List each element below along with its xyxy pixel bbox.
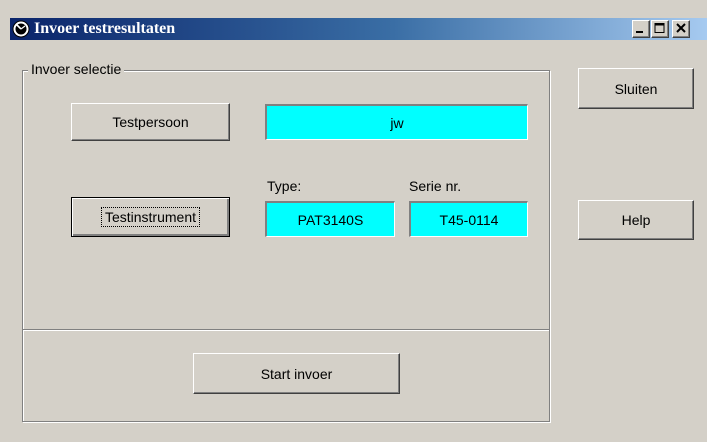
testinstrument-button[interactable]: Testinstrument	[71, 197, 230, 237]
type-field[interactable]: PAT3140S	[265, 201, 395, 237]
testpersoon-field[interactable]: jw	[265, 104, 528, 140]
help-label: Help	[621, 212, 651, 228]
minimize-button[interactable]	[632, 20, 650, 38]
start-invoer-button[interactable]: Start invoer	[193, 353, 400, 394]
title-bar[interactable]: Invoer testresultaten	[10, 18, 707, 40]
testpersoon-button[interactable]: Testpersoon	[71, 103, 230, 141]
maximize-button[interactable]	[651, 20, 669, 38]
type-value: PAT3140S	[297, 211, 364, 228]
type-label: Type:	[267, 178, 302, 194]
help-button[interactable]: Help	[578, 200, 694, 240]
dialog-window: Invoer testresultaten Invoer selectie Te…	[0, 0, 707, 442]
testinstrument-button-label: Testinstrument	[100, 207, 201, 227]
groupbox-divider	[23, 329, 549, 331]
close-icon	[676, 23, 686, 33]
serie-value: T45-0114	[439, 211, 499, 228]
sluiten-button[interactable]: Sluiten	[578, 68, 694, 109]
maximize-icon	[654, 23, 665, 33]
start-invoer-label: Start invoer	[260, 365, 333, 382]
testpersoon-button-label: Testpersoon	[112, 114, 189, 130]
close-button[interactable]	[672, 20, 690, 38]
testpersoon-value: jw	[390, 114, 404, 131]
sluiten-label: Sluiten	[614, 80, 658, 97]
window-title: Invoer testresultaten	[34, 20, 176, 37]
serie-field[interactable]: T45-0114	[409, 201, 528, 237]
serie-label: Serie nr.	[409, 178, 462, 194]
app-gauge-icon	[12, 20, 30, 38]
minimize-icon	[636, 31, 643, 33]
groupbox-legend: Invoer selectie	[28, 61, 125, 78]
